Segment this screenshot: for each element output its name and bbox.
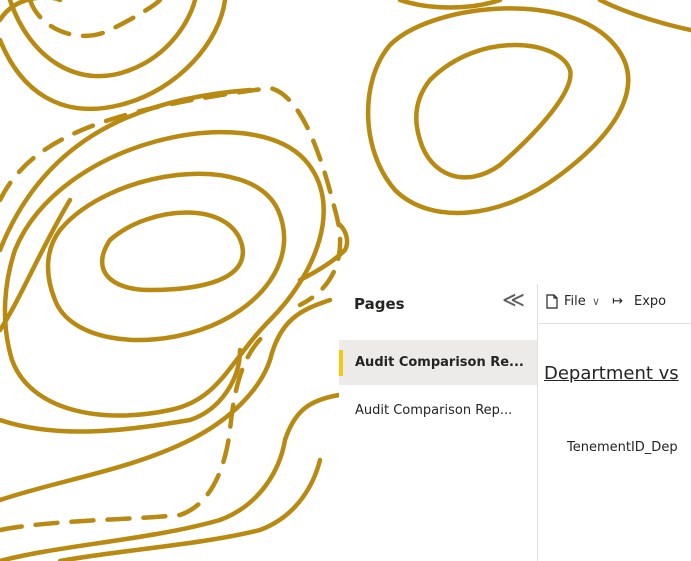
chevron-down-icon[interactable]: ∨	[592, 295, 600, 308]
export-icon: ↦	[612, 294, 623, 309]
file-icon	[546, 294, 558, 313]
export-button[interactable]: Expo	[634, 294, 666, 309]
report-title: Department vs	[544, 363, 679, 384]
file-menu-button[interactable]: File	[564, 294, 586, 309]
pages-panel: Pages ≪ Audit Comparison Re... Audit Com…	[339, 284, 537, 561]
page-item-2[interactable]: Audit Comparison Rep...	[339, 388, 537, 433]
report-canvas: Department vs TenementID_Dep	[538, 325, 691, 561]
field-label: TenementID_Dep	[567, 440, 678, 455]
toolbar: File ∨ ↦ Expo	[538, 284, 691, 324]
pages-title: Pages	[354, 295, 405, 313]
page-item-1[interactable]: Audit Comparison Re...	[339, 340, 537, 385]
chevron-double-left-icon[interactable]: ≪	[502, 288, 525, 313]
